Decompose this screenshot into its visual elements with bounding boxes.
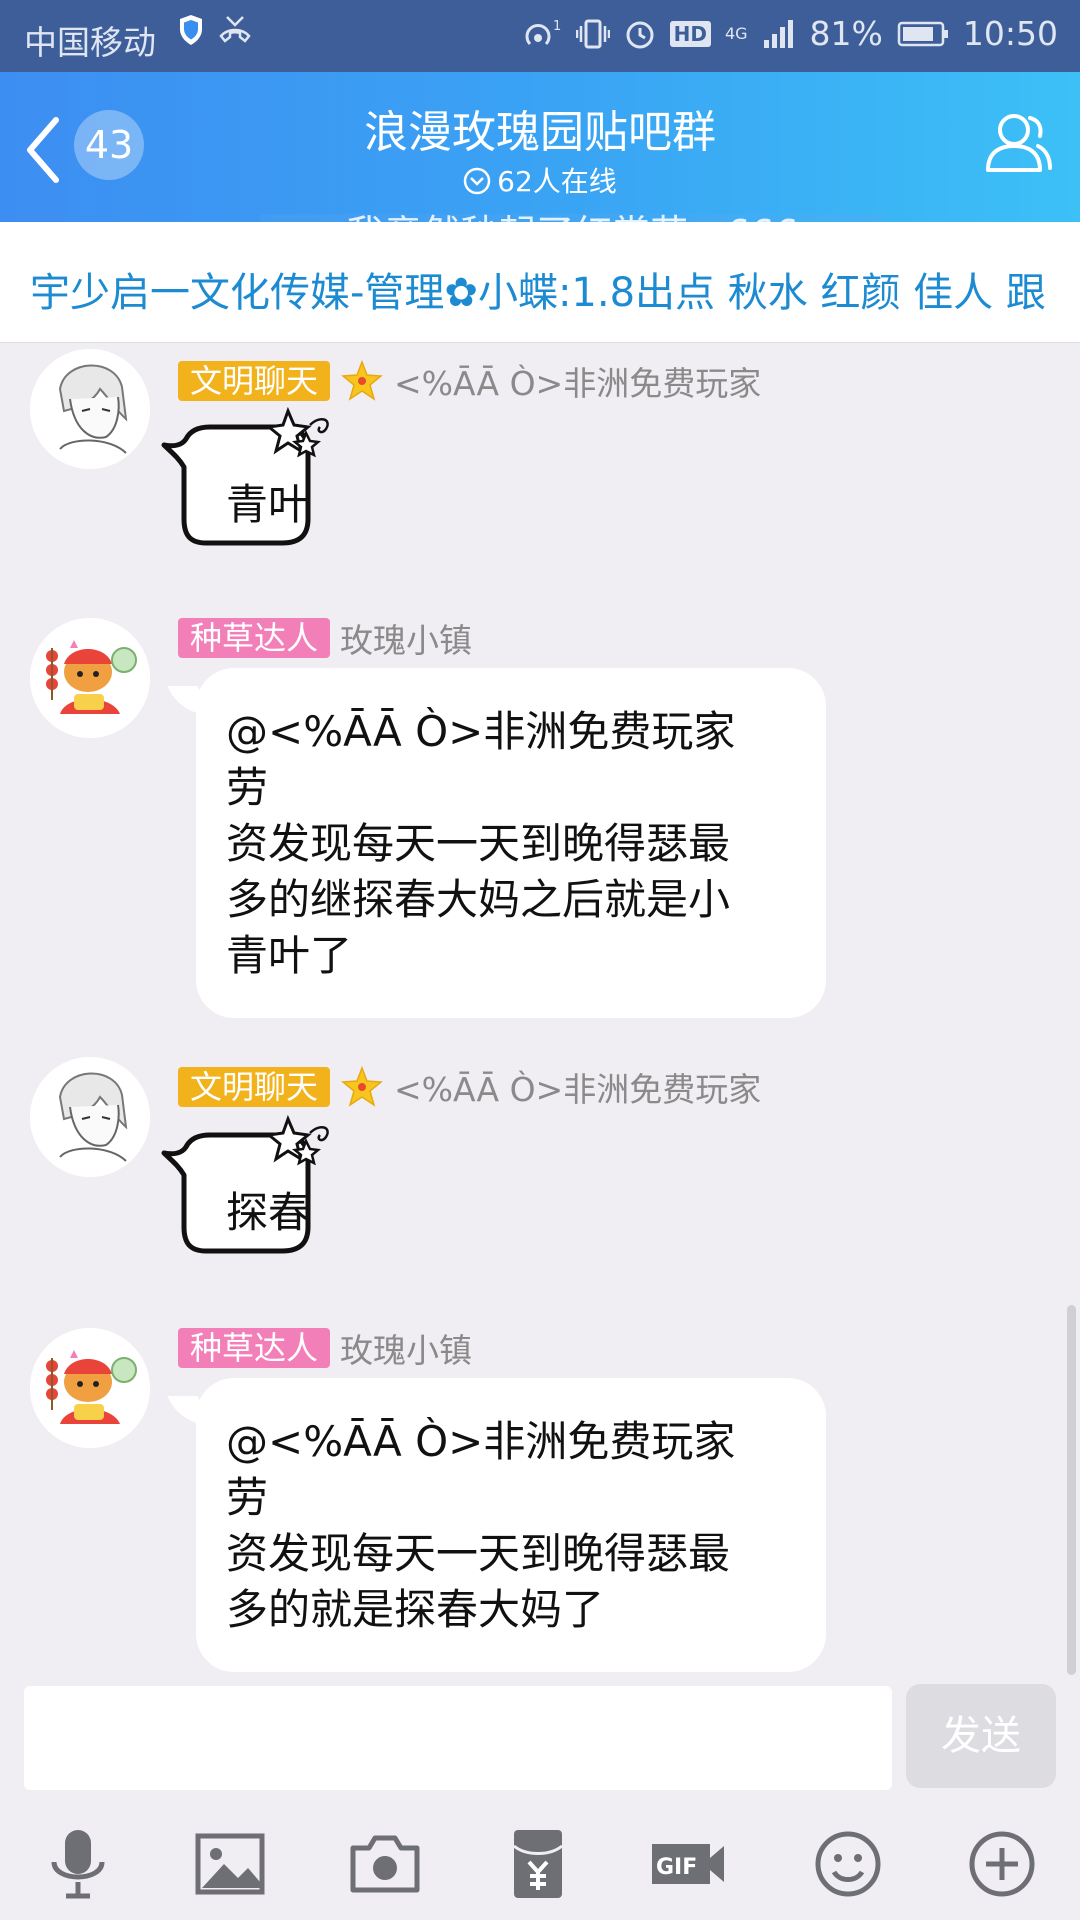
svg-text:GIF: GIF: [656, 1855, 697, 1880]
camera-icon[interactable]: [345, 1824, 425, 1904]
cartoon-avatar-icon: [30, 1328, 150, 1448]
hd-badge: HD: [669, 20, 711, 47]
message-line: 资发现每天一天到晚得瑟最: [226, 819, 731, 868]
battery-percent: 81%: [809, 14, 883, 53]
message-line: 资发现每天一天到晚得瑟最: [226, 1529, 731, 1578]
message-composer: 发送: [0, 1678, 1080, 1790]
svg-text:1: 1: [553, 19, 561, 34]
sender-name[interactable]: <%ĀĀ Ò>非洲免费玩家: [394, 1063, 761, 1111]
message-bubble[interactable]: @<%ĀĀ Ò>非洲免费玩家 劳 资发现每天一天到晚得瑟最 多的继探春大妈之后就…: [196, 668, 826, 1018]
battery-icon: [897, 21, 948, 46]
message-meta: 种草达人 玫瑰小镇: [178, 614, 472, 662]
anime-avatar-icon: [30, 1057, 150, 1177]
message-line: 青叶了: [226, 931, 353, 980]
red-packet-icon[interactable]: [498, 1824, 578, 1904]
announcement-text: 宇少启一文化传媒-管理✿小蝶:1.8出点 秋水 红颜 佳人 跟: [30, 270, 1046, 316]
group-title: 浪漫玫瑰园贴吧群: [364, 107, 716, 158]
alarm-icon: [626, 21, 654, 48]
group-announcement[interactable]: 宇少启一文化传媒-管理✿小蝶:1.8出点 秋水 红颜 佳人 跟: [0, 222, 1080, 343]
avatar[interactable]: [30, 618, 150, 738]
signal-icon: [763, 19, 793, 48]
message-bubble[interactable]: @<%ĀĀ Ò>非洲免费玩家 劳 资发现每天一天到晚得瑟最 多的就是探春大妈了: [196, 1378, 826, 1672]
network-type: 4G: [724, 24, 748, 43]
member-title-tag: 种草达人: [178, 1328, 331, 1368]
send-button[interactable]: 发送: [906, 1684, 1056, 1788]
microphone-icon[interactable]: [38, 1824, 118, 1904]
message-line: @<%ĀĀ Ò>非洲免费玩家 劳: [226, 1417, 736, 1522]
message-text: 青叶: [226, 480, 311, 529]
anime-avatar-icon: [30, 349, 150, 469]
chevron-down-icon: [463, 167, 491, 195]
sender-name[interactable]: <%ĀĀ Ò>非洲免费玩家: [394, 357, 761, 405]
input-toolbar: GIF: [0, 1800, 1080, 1920]
message-meta: 种草达人 玫瑰小镇: [178, 1324, 472, 1372]
member-title-tag: 文明聊天: [178, 361, 331, 401]
carrier-name: 中国移动: [24, 23, 156, 62]
star-icon: [341, 1065, 383, 1107]
status-icons: 1 HD 4G 81% 10:50: [522, 14, 1058, 53]
sender-name[interactable]: 玫瑰小镇: [340, 1324, 472, 1372]
avatar[interactable]: [30, 1328, 150, 1448]
vibrate-icon: [575, 19, 610, 48]
message-input[interactable]: [24, 1686, 892, 1790]
shield-icon: [180, 15, 202, 45]
image-icon[interactable]: [190, 1824, 270, 1904]
message-meta: 文明聊天 <%ĀĀ Ò>非洲免费玩家: [178, 1063, 761, 1111]
chat-header: 43 浪漫玫瑰园贴吧群 62人在线: [0, 72, 1080, 222]
missed-call-icon: [219, 16, 251, 43]
message-line: 多的就是探春大妈了: [226, 1585, 605, 1634]
carrier-icons: [178, 14, 252, 46]
emoji-icon[interactable]: [808, 1824, 888, 1904]
avatar[interactable]: [30, 1057, 150, 1177]
chat-scrollbar[interactable]: [1067, 1305, 1076, 1675]
sender-name[interactable]: 玫瑰小镇: [340, 614, 472, 662]
message-meta: 文明聊天 <%ĀĀ Ò>非洲免费玩家: [178, 357, 761, 405]
message-line: 多的继探春大妈之后就是小: [226, 875, 731, 924]
status-bar: 中国移动 1 HD 4G 81% 10:50: [0, 0, 1080, 72]
clock: 10:50: [962, 14, 1058, 53]
message-text: 探春: [226, 1188, 311, 1237]
member-title-tag: 种草达人: [178, 618, 331, 658]
plus-icon[interactable]: [962, 1824, 1042, 1904]
cartoon-avatar-icon: [30, 618, 150, 738]
group-members-icon[interactable]: [980, 106, 1056, 182]
member-title-tag: 文明聊天: [178, 1067, 331, 1107]
gif-icon[interactable]: GIF: [648, 1824, 728, 1904]
message-line: @<%ĀĀ Ò>非洲免费玩家 劳: [226, 707, 736, 812]
online-count-label: 62人在线: [497, 165, 617, 198]
star-icon: [341, 359, 383, 401]
hotspot-icon: 1: [525, 19, 561, 45]
online-count[interactable]: 62人在线: [0, 160, 1080, 200]
chat-message-list[interactable]: 文明聊天 <%ĀĀ Ò>非洲免费玩家 青叶 种草达人 玫瑰小镇 @<%ĀĀ Ò>…: [0, 343, 1080, 1678]
avatar[interactable]: [30, 349, 150, 469]
